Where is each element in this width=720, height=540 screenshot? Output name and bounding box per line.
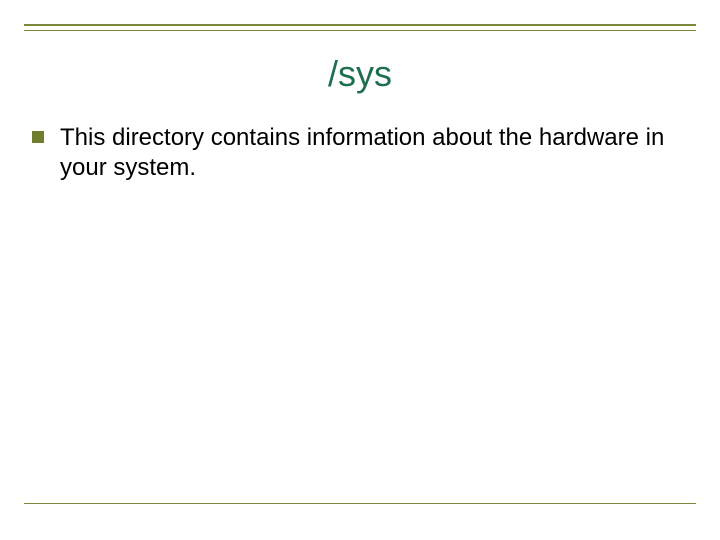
top-rule-thick <box>24 24 696 26</box>
slide-content: This directory contains information abou… <box>24 123 696 183</box>
slide-title: /sys <box>24 53 696 95</box>
bullet-text: This directory contains information abou… <box>60 123 666 183</box>
bottom-rule <box>24 503 696 504</box>
list-item: This directory contains information abou… <box>32 123 666 183</box>
square-bullet-icon <box>32 131 44 143</box>
slide-frame: /sys This directory contains information… <box>24 24 696 504</box>
top-rule-thin <box>24 30 696 31</box>
